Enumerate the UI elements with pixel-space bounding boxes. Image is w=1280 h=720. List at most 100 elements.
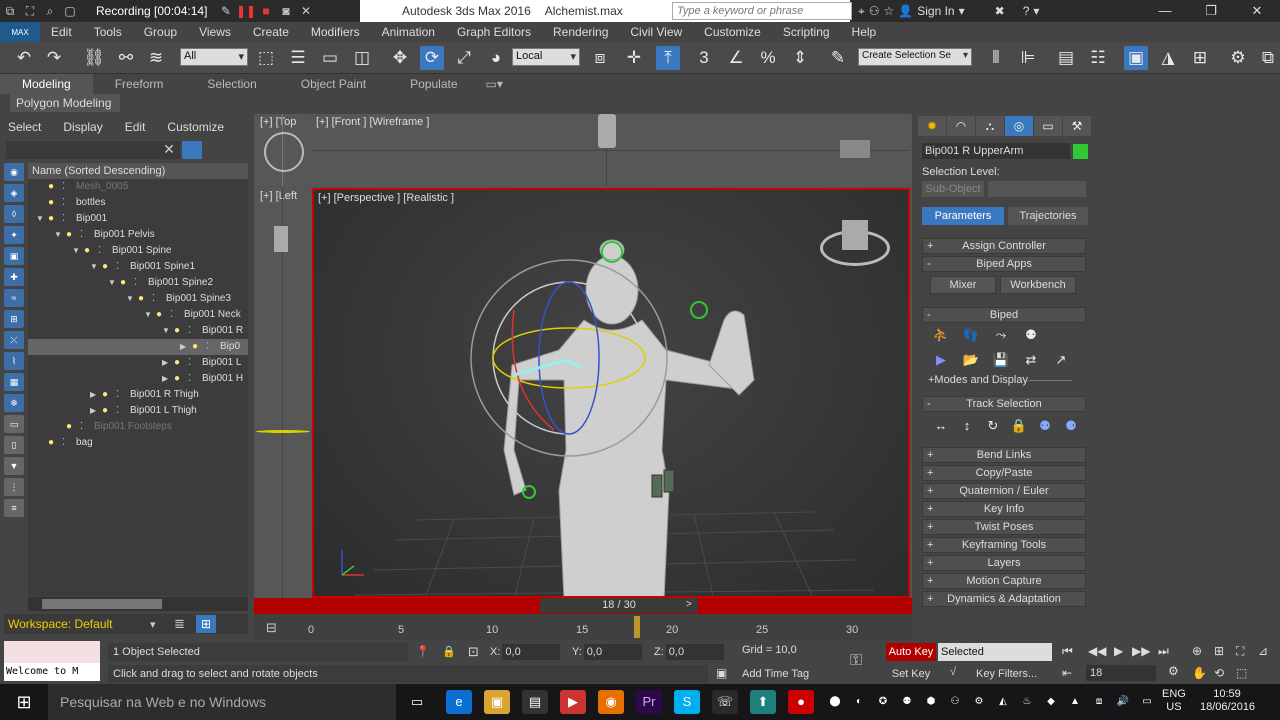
modes-and-display-rollout[interactable]: +Modes and Display xyxy=(928,374,1028,386)
scrollbar-thumb[interactable] xyxy=(42,599,162,609)
menu-civil-view[interactable]: Civil View xyxy=(619,25,693,39)
selection-region-icon[interactable]: ▭ xyxy=(318,46,342,70)
file-explorer-icon[interactable]: ▣ xyxy=(484,690,510,714)
hierarchy-icon[interactable]: ⋮ xyxy=(4,478,24,496)
tray-icon-3[interactable]: ✪ xyxy=(870,690,896,714)
display-cameras-icon[interactable]: ▣ xyxy=(4,247,24,265)
scene-tree-row[interactable]: ▼ ● ⁚ Bip001 xyxy=(28,211,248,227)
recorder-icon[interactable]: ● xyxy=(788,690,814,714)
rollout-copy-paste[interactable]: + Copy/Paste xyxy=(922,465,1086,481)
column-header-name[interactable]: Name (Sorted Descending) xyxy=(28,163,248,179)
display-spacewarps-icon[interactable]: ≈ xyxy=(4,289,24,307)
maximize-toggle-icon[interactable]: ⬚ xyxy=(1236,666,1247,680)
scene-menu-customize[interactable]: Customize xyxy=(167,120,224,138)
place-icon[interactable]: ◕ xyxy=(484,46,508,70)
mirror-icon[interactable]: ⫴ xyxy=(984,46,1008,70)
restore-button[interactable]: ❐ xyxy=(1188,0,1234,22)
light-bulb-icon[interactable]: ● xyxy=(66,227,80,243)
graphite-toggle-icon[interactable]: ☷ xyxy=(1086,46,1110,70)
display-bones-icon[interactable]: ⌇ xyxy=(4,352,24,370)
task-view-icon[interactable]: ▭ xyxy=(404,690,430,714)
scene-tree-row[interactable]: ▼ ● ⁚ Bip001 Spine1 xyxy=(28,259,248,275)
menu-rendering[interactable]: Rendering xyxy=(542,25,619,39)
scene-tree-row[interactable]: ▶ ● ⁚ Bip001 L Thigh xyxy=(28,403,248,419)
move-all-mode-icon[interactable]: ↗ xyxy=(1050,351,1072,369)
help-icon[interactable]: ? xyxy=(1023,4,1030,18)
menu-tools[interactable]: Tools xyxy=(83,25,133,39)
steam-icon[interactable]: ♨ xyxy=(1014,690,1040,714)
convert-icon[interactable]: ⇄ xyxy=(1020,351,1042,369)
scene-tree-row[interactable]: ● ⁚ bottles xyxy=(28,195,248,211)
expand-arrow-icon[interactable]: ▶ xyxy=(180,339,192,355)
display-geometry-icon[interactable]: ◈ xyxy=(4,184,24,202)
unlink-icon[interactable]: ⚯ xyxy=(114,46,138,70)
viewport-top-label[interactable]: [+] [Top xyxy=(260,116,296,128)
snaps-toggle-icon[interactable]: 3 xyxy=(692,46,716,70)
menu-create[interactable]: Create xyxy=(242,25,300,39)
select-object-icon[interactable]: ⬚ xyxy=(254,46,278,70)
menu-customize[interactable]: Customize xyxy=(693,25,772,39)
light-bulb-icon[interactable]: ● xyxy=(66,419,80,435)
sort-by-hierarchy-icon[interactable]: ⊞ xyxy=(196,615,216,633)
scene-tree-row[interactable]: ▼ ● ⁚ Bip001 Spine2 xyxy=(28,275,248,291)
store-icon[interactable]: ▤ xyxy=(522,690,548,714)
taskbar-search[interactable]: Pesquisar na Web e no Windows xyxy=(48,684,396,720)
mini-curve-editor-icon[interactable]: ⊟ xyxy=(266,620,277,636)
menu-edit[interactable]: Edit xyxy=(40,25,83,39)
viewport-front-label[interactable]: [+] [Front ] [Wireframe ] xyxy=(316,116,429,128)
save-file-icon[interactable]: 💾 xyxy=(990,351,1012,369)
volume-icon[interactable]: 🔊 xyxy=(1110,690,1136,714)
object-name-field[interactable]: Bip001 R UpperArm xyxy=(922,143,1070,159)
collapse-arrow-icon[interactable]: ▼ xyxy=(90,259,102,275)
light-bulb-icon[interactable]: ● xyxy=(48,195,62,211)
light-bulb-icon[interactable]: ● xyxy=(84,243,98,259)
scene-tree-row[interactable]: ▼ ● ⁚ Bip001 Neck xyxy=(28,307,248,323)
light-bulb-icon[interactable]: ● xyxy=(174,371,188,387)
viewcube-front[interactable] xyxy=(840,140,870,158)
scene-tree-row[interactable]: ▼ ● ⁚ Bip001 Pelvis xyxy=(28,227,248,243)
body-rotation-icon[interactable]: ↻ xyxy=(982,417,1004,435)
tab-object-paint[interactable]: Object Paint xyxy=(279,77,388,91)
minimize-button[interactable]: — xyxy=(1142,0,1188,22)
sign-in-link[interactable]: Sign In xyxy=(917,4,954,18)
render-setup-icon[interactable]: ⚙ xyxy=(1226,46,1250,70)
binoculars-icon[interactable]: ⌖ xyxy=(858,4,865,19)
collapse-arrow-icon[interactable]: ▼ xyxy=(72,243,84,259)
rollout-motion-capture[interactable]: + Motion Capture xyxy=(922,573,1086,589)
pan-view-icon[interactable]: ✋ xyxy=(1192,666,1207,680)
tab-modeling[interactable]: Modeling xyxy=(0,74,93,94)
y-coordinate[interactable]: Y: 0,0 xyxy=(572,644,642,661)
display-all-icon[interactable]: ▯ xyxy=(4,436,24,454)
display-hidden-icon[interactable]: ▭ xyxy=(4,415,24,433)
language-indicator[interactable]: ENG US xyxy=(1162,688,1186,714)
schematic-view-icon[interactable]: ⊞ xyxy=(1188,46,1212,70)
display-lights-icon[interactable]: ✦ xyxy=(4,226,24,244)
scene-tree-row[interactable]: ● ⁚ bag xyxy=(28,435,248,451)
max-logo[interactable]: MAX xyxy=(0,22,40,42)
percent-snap-icon[interactable]: % xyxy=(756,46,780,70)
light-bulb-icon[interactable]: ● xyxy=(192,339,206,355)
field-of-view-icon[interactable]: ⊿ xyxy=(1258,644,1268,658)
tray-icon-8[interactable]: ◭ xyxy=(990,690,1016,714)
scene-tree-row[interactable]: ▼ ● ⁚ Bip001 R xyxy=(28,323,248,339)
clear-search-icon[interactable]: ✕ xyxy=(160,141,178,159)
collapse-arrow-icon[interactable]: ▼ xyxy=(126,291,138,307)
mixer-mode-icon[interactable]: ⚉ xyxy=(1020,326,1042,344)
opposite-icon[interactable]: ⚈ xyxy=(1060,417,1082,435)
biped-playback-icon[interactable]: ▶ xyxy=(930,351,952,369)
taskbar-clock[interactable]: 10:59 18/06/2016 xyxy=(1200,688,1255,714)
scene-tree-row[interactable]: ▶ ● ⁚ Bip001 L xyxy=(28,355,248,371)
scene-menu-select[interactable]: Select xyxy=(8,120,41,138)
skype-icon[interactable]: S xyxy=(674,690,700,714)
default-in-out-tangent-icon[interactable]: √ xyxy=(950,666,956,678)
camera-icon[interactable]: ◙ xyxy=(276,0,296,22)
scene-filter-icon[interactable] xyxy=(182,141,202,159)
undo-icon[interactable]: ↶ xyxy=(12,46,36,70)
motion-flow-icon[interactable]: ⤳ xyxy=(990,326,1012,344)
rollout-layers[interactable]: + Layers xyxy=(922,555,1086,571)
z-coordinate-value[interactable]: 0,0 xyxy=(665,644,724,660)
key-mode-toggle-icon[interactable]: ⇤ xyxy=(1062,666,1072,680)
previous-frame-icon[interactable]: ◀◀ xyxy=(1088,644,1106,658)
mixer-button[interactable]: Mixer xyxy=(930,276,996,294)
menu-graph-editors[interactable]: Graph Editors xyxy=(446,25,542,39)
